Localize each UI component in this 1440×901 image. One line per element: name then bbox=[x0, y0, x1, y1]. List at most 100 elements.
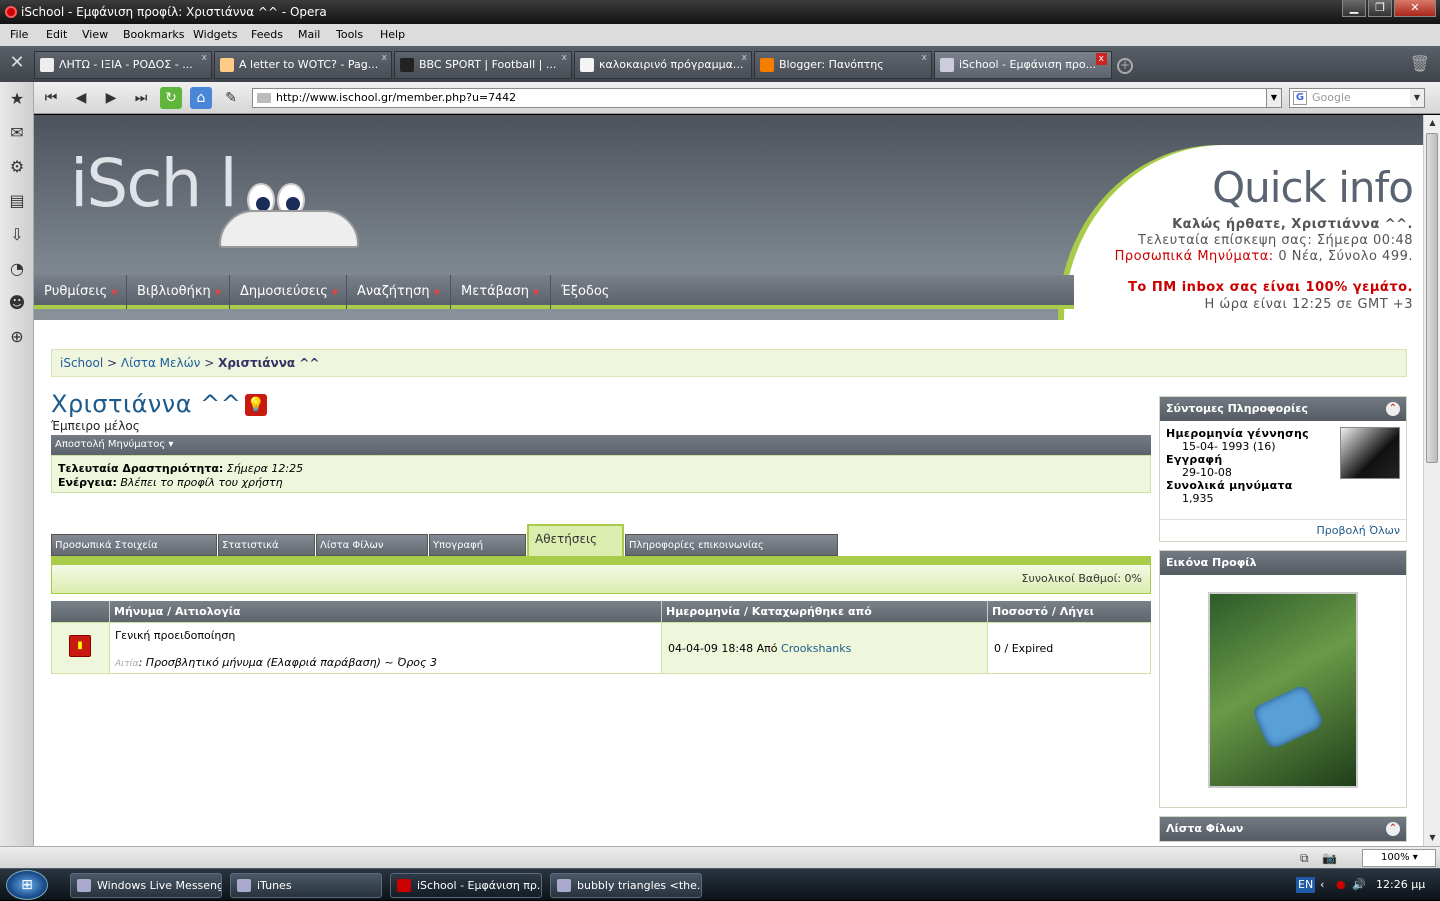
friends-box: Λίστα Φίλων ⌃ bbox=[1159, 816, 1407, 842]
fast-forward-icon[interactable]: ⏭ bbox=[130, 87, 152, 109]
nav-library[interactable]: Βιβλιοθήκη ▼ bbox=[127, 275, 230, 309]
bookmarks-panel-icon[interactable]: ★ bbox=[0, 82, 34, 116]
forward-icon[interactable]: ▶ bbox=[100, 87, 122, 109]
back-icon[interactable]: ◀ bbox=[70, 87, 92, 109]
maximize-button[interactable]: ❐ bbox=[1368, 0, 1392, 17]
edit-icon[interactable]: ✎ bbox=[220, 87, 242, 109]
tab-signature[interactable]: Υπογραφή bbox=[429, 534, 526, 556]
view-all-link[interactable]: Προβολή Όλων bbox=[1160, 519, 1406, 541]
clock[interactable]: 12:26 μμ bbox=[1376, 869, 1425, 901]
pm-info: Προσωπικά Μηνύματα: 0 Νέα, Σύνολο 499. bbox=[1115, 249, 1413, 264]
tab-favicon-icon bbox=[580, 58, 594, 72]
scroll-thumb[interactable] bbox=[1426, 133, 1438, 463]
search-field[interactable]: G Google ▼ bbox=[1289, 88, 1425, 108]
tab-1[interactable]: ΛΗΤΩ - ΙΞΙΑ - ΡΟΔΟΣ - ... x bbox=[34, 51, 212, 79]
menu-mail[interactable]: Mail bbox=[298, 28, 320, 41]
address-dropdown-icon[interactable]: ▼ bbox=[1266, 88, 1282, 108]
tab-contact-info[interactable]: Πληροφορίες επικοινωνίας bbox=[625, 534, 838, 556]
language-indicator[interactable]: EN bbox=[1296, 877, 1316, 893]
panels-icon[interactable]: ⧉ bbox=[1300, 851, 1309, 866]
tab-close-icon[interactable]: x bbox=[202, 52, 207, 71]
tray-opera-icon[interactable]: ● bbox=[1336, 869, 1346, 901]
camera-icon[interactable]: 📷 bbox=[1322, 851, 1337, 865]
breadcrumb-members-link[interactable]: Λίστα Μελών bbox=[121, 356, 201, 370]
nav-posts[interactable]: Δημοσιεύσεις ▼ bbox=[230, 275, 347, 309]
widgets-panel-icon[interactable]: ⚙ bbox=[0, 150, 34, 184]
search-dropdown-icon[interactable]: ▼ bbox=[1410, 89, 1424, 107]
pm-label[interactable]: Προσωπικά Μηνύματα: bbox=[1115, 249, 1274, 264]
nav-settings[interactable]: Ρυθμίσεις ▼ bbox=[34, 275, 127, 309]
menu-view[interactable]: View bbox=[82, 28, 108, 41]
scroll-down-icon[interactable]: ▼ bbox=[1424, 830, 1440, 846]
minimize-button[interactable]: ▁ bbox=[1342, 0, 1366, 17]
tab-personal-info[interactable]: Προσωπικά Στοιχεία bbox=[51, 534, 217, 556]
tab-4[interactable]: καλοκαιρινό πρόγραμμα... x bbox=[574, 51, 752, 79]
menu-edit[interactable]: Edit bbox=[46, 28, 67, 41]
rewind-icon[interactable]: ⏮ bbox=[40, 87, 62, 109]
dropdown-arrow-icon: ▼ bbox=[214, 288, 222, 297]
volume-icon[interactable]: 🔊 bbox=[1352, 869, 1366, 901]
menu-widgets[interactable]: Widgets bbox=[193, 28, 237, 41]
nav-logout[interactable]: Έξοδος bbox=[551, 275, 611, 309]
task-messenger[interactable]: Windows Live Messenger bbox=[70, 873, 222, 898]
table-row: ▮ Γενική προειδοποίηση Αιτία: Προσβλητικ… bbox=[51, 622, 1151, 674]
menu-file[interactable]: File bbox=[10, 28, 28, 41]
trash-icon[interactable]: 🗑 bbox=[1410, 54, 1430, 73]
tab-2[interactable]: A letter to WOTC? - Pag... x bbox=[214, 51, 392, 79]
tab-label: A letter to WOTC? - Pag... bbox=[239, 58, 379, 71]
task-itunes[interactable]: iTunes bbox=[230, 873, 382, 898]
tab-close-icon[interactable]: x bbox=[562, 52, 567, 71]
breadcrumb-home-link[interactable]: iSchool bbox=[60, 356, 103, 370]
scroll-up-icon[interactable]: ▲ bbox=[1424, 115, 1440, 131]
zoom-dropdown-icon[interactable]: ▾ bbox=[1413, 852, 1418, 863]
avatar[interactable] bbox=[1340, 427, 1400, 479]
address-bar[interactable]: http://www.ischool.gr/member.php?u=7442 bbox=[252, 88, 1282, 108]
menu-help[interactable]: Help bbox=[380, 28, 405, 41]
tab-5[interactable]: Blogger: Πανόπτης x bbox=[754, 51, 932, 79]
tab-6-active[interactable]: iSchool - Εμφάνιση προ... x bbox=[934, 51, 1112, 79]
tab-close-icon[interactable]: x bbox=[742, 52, 747, 71]
profile-pic-header: Εικόνα Προφίλ bbox=[1160, 551, 1406, 575]
collapse-icon[interactable]: ⌃ bbox=[1386, 822, 1400, 836]
send-pm-button[interactable]: Αποστολή Μηνύματος ▾ bbox=[51, 435, 1151, 455]
tab-infractions[interactable]: Αθετήσεις bbox=[527, 524, 624, 556]
tab-close-icon[interactable]: x bbox=[382, 52, 387, 71]
history-panel-icon[interactable]: ◔ bbox=[0, 252, 34, 286]
notes-panel-icon[interactable]: ▤ bbox=[0, 184, 34, 218]
nav-search[interactable]: Αναζήτηση ▼ bbox=[347, 275, 451, 309]
tab-close-icon[interactable]: x bbox=[1095, 53, 1107, 65]
infraction-by-link[interactable]: Crookshanks bbox=[781, 642, 851, 655]
nav-goto[interactable]: Μετάβαση ▼ bbox=[451, 275, 551, 309]
site-logo[interactable]: iSch l bbox=[70, 145, 238, 222]
tab-statistics[interactable]: Στατιστικά bbox=[218, 534, 315, 556]
add-panel-icon[interactable]: ⊕ bbox=[0, 320, 34, 354]
tray-arrow-icon[interactable]: ‹ bbox=[1320, 869, 1324, 901]
page-info-icon[interactable] bbox=[257, 93, 271, 103]
tools-icon[interactable]: ✕ bbox=[0, 46, 34, 82]
contacts-panel-icon[interactable]: ☻ bbox=[0, 286, 34, 320]
home-icon[interactable]: ⌂ bbox=[190, 87, 212, 109]
mail-panel-icon[interactable]: ✉ bbox=[0, 116, 34, 150]
profile-picture[interactable] bbox=[1208, 592, 1358, 788]
friends-header: Λίστα Φίλων ⌃ bbox=[1160, 817, 1406, 841]
new-tab-icon[interactable]: + bbox=[1117, 58, 1133, 74]
vertical-scrollbar[interactable]: ▲ ▼ bbox=[1423, 115, 1440, 846]
tab-friends[interactable]: Λίστα Φίλων bbox=[316, 534, 428, 556]
menu-bookmarks[interactable]: Bookmarks bbox=[123, 28, 184, 41]
task-opera[interactable]: iSchool - Εμφάνιση πρ... bbox=[390, 873, 542, 898]
reload-icon[interactable]: ↻ bbox=[160, 87, 182, 109]
posts-value: 1,935 bbox=[1182, 492, 1214, 505]
zoom-field[interactable]: 100% ▾ bbox=[1362, 849, 1436, 867]
tab-3[interactable]: BBC SPORT | Football | ... x bbox=[394, 51, 572, 79]
collapse-icon[interactable]: ⌃ bbox=[1386, 402, 1400, 416]
profile-pic-box: Εικόνα Προφίλ bbox=[1159, 550, 1407, 808]
transfers-panel-icon[interactable]: ⇩ bbox=[0, 218, 34, 252]
close-window-button[interactable]: ✕ bbox=[1394, 0, 1436, 17]
menu-feeds[interactable]: Feeds bbox=[251, 28, 283, 41]
profile-rank: Έμπειρο μέλος bbox=[51, 419, 140, 433]
tab-close-icon[interactable]: x bbox=[922, 52, 927, 71]
start-button[interactable]: ⊞ bbox=[6, 870, 48, 900]
task-bubbly[interactable]: bubbly triangles <the... bbox=[550, 873, 702, 898]
menu-tools[interactable]: Tools bbox=[336, 28, 363, 41]
opera-logo-icon[interactable] bbox=[5, 6, 17, 18]
